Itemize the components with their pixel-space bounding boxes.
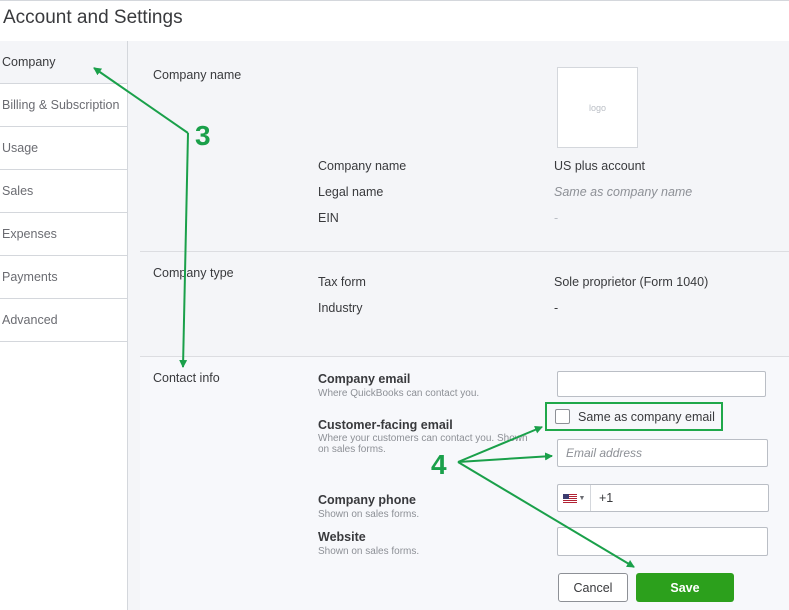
settings-sidebar: Company Billing & Subscription Usage Sal… xyxy=(0,41,128,610)
sidebar-item-company[interactable]: Company xyxy=(0,41,127,84)
sidebar-item-sales[interactable]: Sales xyxy=(0,170,127,213)
field-value-legal-name: Same as company name xyxy=(554,185,693,199)
caret-down-icon: ▼ xyxy=(578,494,586,502)
section-title-company-name: Company name xyxy=(153,68,242,82)
sidebar-item-payments[interactable]: Payments xyxy=(0,256,127,299)
sidebar-item-billing-subscription[interactable]: Billing & Subscription xyxy=(0,84,127,127)
same-as-company-email-checkbox[interactable] xyxy=(555,409,570,424)
website-help: Shown on sales forms. xyxy=(318,546,420,557)
country-code: +1 xyxy=(599,491,614,505)
page-title: Account and Settings xyxy=(3,7,183,28)
contact-info-section: Contact info Company email Where QuickBo… xyxy=(140,357,789,610)
field-label-ein: EIN xyxy=(318,211,339,225)
company-email-input[interactable] xyxy=(557,371,766,397)
us-flag-icon xyxy=(562,493,577,503)
sidebar-item-usage[interactable]: Usage xyxy=(0,127,127,170)
company-phone-label: Company phone xyxy=(318,493,416,507)
sidebar-item-expenses[interactable]: Expenses xyxy=(0,213,127,256)
field-value-tax-form: Sole proprietor (Form 1040) xyxy=(554,275,709,289)
company-type-section[interactable]: Company type Tax form Sole proprietor (F… xyxy=(140,252,789,357)
company-email-label: Company email xyxy=(318,372,411,386)
customer-email-label: Customer-facing email xyxy=(318,418,453,432)
customer-email-help: Where your customers can contact you. Sh… xyxy=(318,433,528,455)
field-label-tax-form: Tax form xyxy=(318,275,366,289)
field-label-industry: Industry xyxy=(318,301,363,315)
company-email-help: Where QuickBooks can contact you. xyxy=(318,388,480,399)
section-title-company-type: Company type xyxy=(153,266,234,280)
same-as-company-email-label[interactable]: Same as company email xyxy=(578,410,715,424)
logo-text: logo xyxy=(588,102,606,113)
cancel-button[interactable]: Cancel xyxy=(558,573,628,602)
logo-placeholder[interactable]: logo xyxy=(557,67,638,148)
website-input[interactable] xyxy=(557,527,768,556)
field-value-ein: - xyxy=(554,211,559,225)
company-phone-input[interactable]: ▼ +1 xyxy=(557,484,769,512)
company-phone-help: Shown on sales forms. xyxy=(318,509,420,520)
field-label-legal-name: Legal name xyxy=(318,185,384,199)
field-label-company-name: Company name xyxy=(318,159,407,173)
website-label: Website xyxy=(318,530,366,544)
settings-main: Company name logo Company name US plus a… xyxy=(128,41,789,610)
sidebar-item-advanced[interactable]: Advanced xyxy=(0,299,127,342)
customer-email-input[interactable] xyxy=(557,439,768,467)
country-selector[interactable]: ▼ xyxy=(558,485,591,511)
top-border xyxy=(0,0,789,1)
company-name-section[interactable]: Company name logo Company name US plus a… xyxy=(140,41,789,252)
save-button[interactable]: Save xyxy=(636,573,734,602)
field-value-company-name: US plus account xyxy=(554,159,646,173)
field-value-industry: - xyxy=(554,301,559,315)
section-title-contact-info: Contact info xyxy=(153,371,220,385)
same-as-company-email-row[interactable]: Same as company email xyxy=(545,402,723,431)
